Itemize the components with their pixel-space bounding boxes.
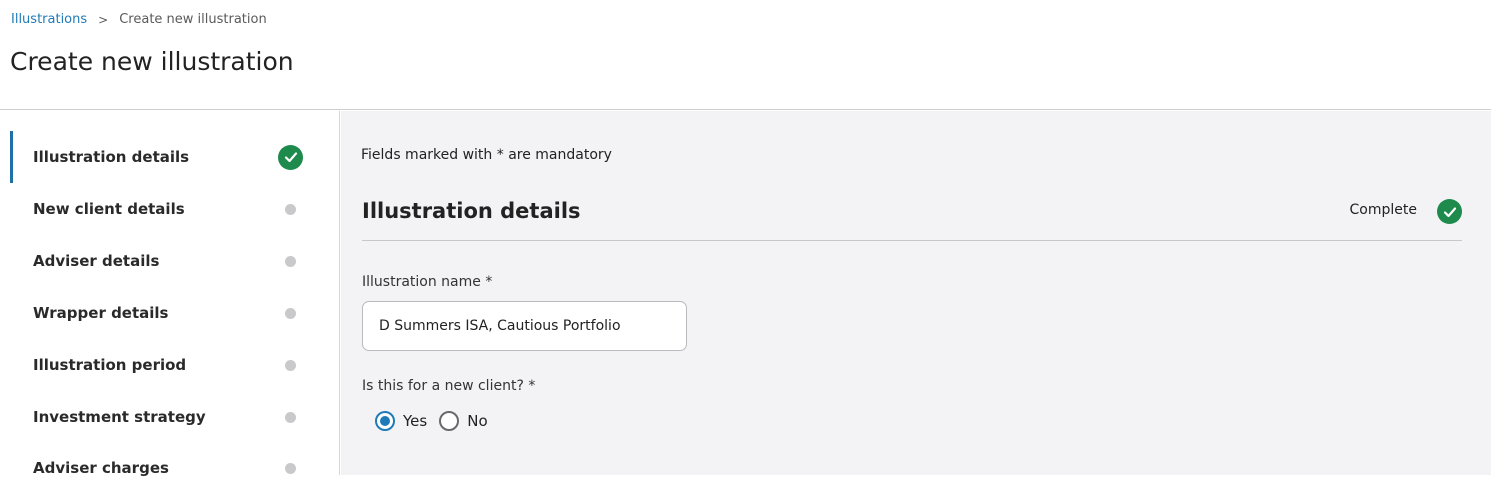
breadcrumb-link-illustrations[interactable]: Illustrations: [11, 12, 87, 28]
sidebar-item-label: Adviser charges: [33, 459, 169, 477]
sidebar-item-label: Illustration details: [33, 148, 190, 166]
step-sidebar: Illustration details New client details …: [0, 111, 340, 477]
sidebar-item-label: Wrapper details: [33, 304, 169, 322]
page-title: Create new illustration: [10, 47, 294, 76]
radio-no-label: No: [467, 412, 488, 430]
breadcrumb: Illustrations > Create new illustration: [11, 12, 267, 28]
illustration-name-input[interactable]: [362, 301, 687, 351]
section-header: Illustration details Complete: [362, 189, 1462, 241]
sidebar-item-label: Illustration period: [33, 356, 187, 374]
sidebar-item-label: Adviser details: [33, 252, 160, 270]
illustration-name-label: Illustration name *: [362, 274, 493, 290]
dot-icon: [285, 462, 296, 474]
sidebar-item-adviser-charges[interactable]: Adviser charges: [10, 442, 330, 494]
breadcrumb-current: Create new illustration: [119, 12, 267, 27]
main-content: Fields marked with * are mandatory Illus…: [341, 111, 1491, 475]
sidebar-item-illustration-details[interactable]: Illustration details: [10, 131, 330, 183]
dot-icon: [285, 411, 296, 423]
mandatory-note: Fields marked with * are mandatory: [361, 147, 612, 163]
page-header: Illustrations > Create new illustration …: [0, 0, 1491, 110]
sidebar-item-wrapper-details[interactable]: Wrapper details: [10, 287, 330, 339]
check-circle-icon: [1437, 199, 1462, 224]
new-client-no-option[interactable]: No: [439, 411, 488, 431]
check-circle-icon: [278, 144, 303, 170]
new-client-radio-group: Yes No: [375, 411, 500, 431]
radio-yes[interactable]: [375, 411, 395, 431]
dot-icon: [285, 307, 296, 319]
sidebar-item-investment-strategy[interactable]: Investment strategy: [10, 391, 330, 443]
dot-icon: [285, 359, 296, 371]
section-status-label: Complete: [1349, 202, 1417, 218]
sidebar-item-new-client-details[interactable]: New client details: [10, 183, 330, 235]
dot-icon: [285, 203, 296, 215]
breadcrumb-separator: >: [98, 13, 109, 27]
new-client-yes-option[interactable]: Yes: [375, 411, 427, 431]
sidebar-item-adviser-details[interactable]: Adviser details: [10, 235, 330, 287]
dot-icon: [285, 255, 296, 267]
new-client-label: Is this for a new client? *: [362, 378, 536, 394]
radio-yes-label: Yes: [403, 412, 428, 430]
sidebar-item-illustration-period[interactable]: Illustration period: [10, 339, 330, 391]
sidebar-item-label: New client details: [33, 200, 185, 218]
radio-no[interactable]: [439, 411, 460, 431]
section-title: Illustration details: [362, 199, 581, 223]
sidebar-item-label: Investment strategy: [33, 408, 206, 426]
